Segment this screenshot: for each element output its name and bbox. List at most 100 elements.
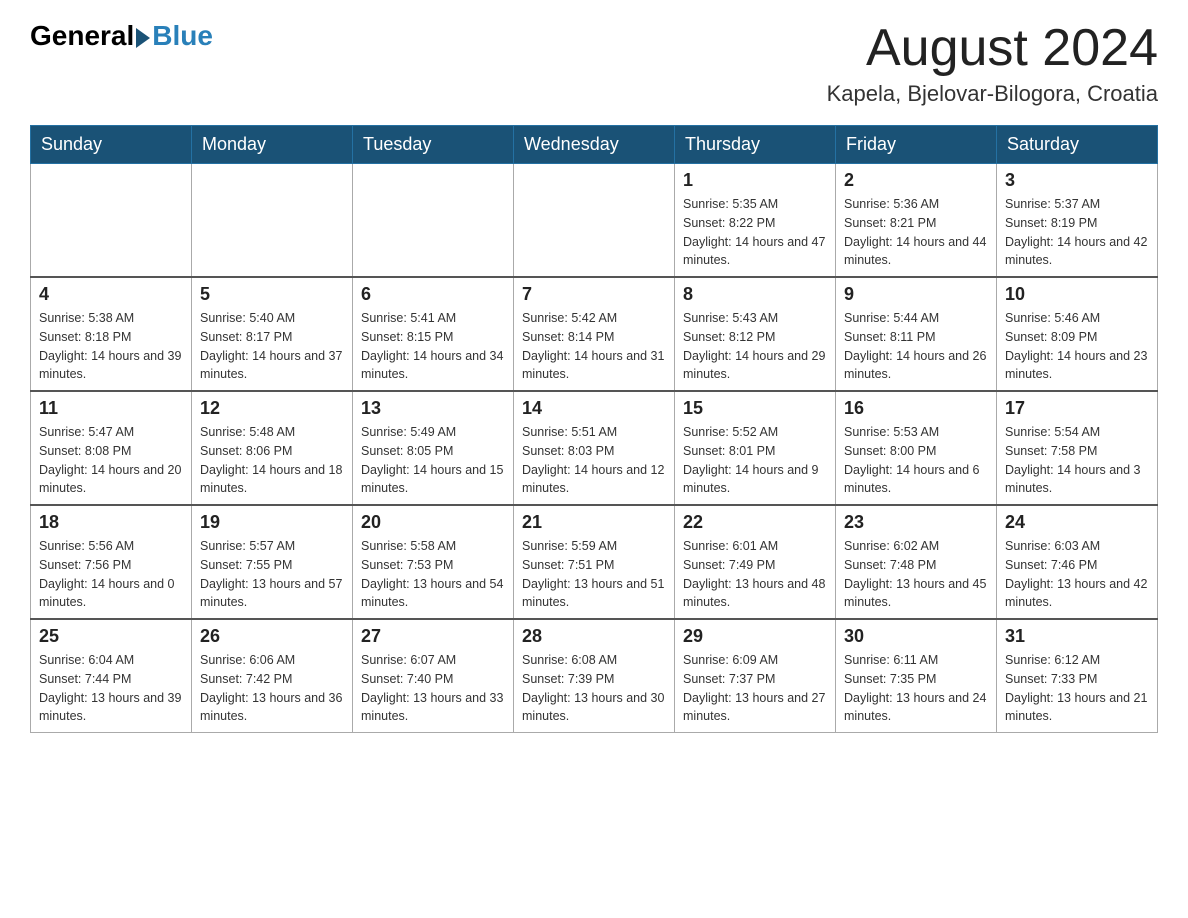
calendar-cell	[353, 164, 514, 278]
day-info: Sunrise: 5:44 AMSunset: 8:11 PMDaylight:…	[844, 309, 988, 384]
calendar-week-3: 11Sunrise: 5:47 AMSunset: 8:08 PMDayligh…	[31, 391, 1158, 505]
day-number: 6	[361, 284, 505, 305]
day-info: Sunrise: 6:02 AMSunset: 7:48 PMDaylight:…	[844, 537, 988, 612]
column-header-wednesday: Wednesday	[514, 126, 675, 164]
day-info: Sunrise: 5:52 AMSunset: 8:01 PMDaylight:…	[683, 423, 827, 498]
calendar-cell: 22 Sunrise: 6:01 AMSunset: 7:49 PMDayligh…	[675, 505, 836, 619]
day-info: Sunrise: 5:54 AMSunset: 7:58 PMDaylight:…	[1005, 423, 1149, 498]
calendar-week-1: 1Sunrise: 5:35 AMSunset: 8:22 PMDaylight…	[31, 164, 1158, 278]
month-year-title: August 2024	[827, 20, 1158, 77]
calendar-cell	[514, 164, 675, 278]
day-number: 26	[200, 626, 344, 647]
day-info: Sunrise: 5:51 AMSunset: 8:03 PMDaylight:…	[522, 423, 666, 498]
day-info: Sunrise: 6:01 AMSunset: 7:49 PMDaylight:…	[683, 537, 827, 612]
logo: General Blue	[30, 20, 213, 52]
logo-general-text: General	[30, 20, 134, 52]
location-subtitle: Kapela, Bjelovar-Bilogora, Croatia	[827, 81, 1158, 107]
calendar-cell: 31Sunrise: 6:12 AMSunset: 7:33 PMDayligh…	[997, 619, 1158, 733]
calendar-cell	[31, 164, 192, 278]
day-number: 19	[200, 512, 344, 533]
day-number: 28	[522, 626, 666, 647]
calendar-cell: 18 Sunrise: 5:56 AMSunset: 7:56 PMDayligh…	[31, 505, 192, 619]
calendar-cell	[192, 164, 353, 278]
day-number: 30	[844, 626, 988, 647]
calendar-cell: 3 Sunrise: 5:37 AMSunset: 8:19 PMDaylight…	[997, 164, 1158, 278]
calendar-header-row: SundayMondayTuesdayWednesdayThursdayFrid…	[31, 126, 1158, 164]
day-info: Sunrise: 6:03 AMSunset: 7:46 PMDaylight:…	[1005, 537, 1149, 612]
calendar-cell: 1Sunrise: 5:35 AMSunset: 8:22 PMDaylight…	[675, 164, 836, 278]
day-number: 18	[39, 512, 183, 533]
calendar-cell: 15 Sunrise: 5:52 AMSunset: 8:01 PMDayligh…	[675, 391, 836, 505]
calendar-week-5: 25Sunrise: 6:04 AMSunset: 7:44 PMDayligh…	[31, 619, 1158, 733]
day-info: Sunrise: 6:06 AMSunset: 7:42 PMDaylight:…	[200, 651, 344, 726]
day-info: Sunrise: 5:53 AMSunset: 8:00 PMDaylight:…	[844, 423, 988, 498]
title-section: August 2024 Kapela, Bjelovar-Bilogora, C…	[827, 20, 1158, 107]
day-info: Sunrise: 5:57 AMSunset: 7:55 PMDaylight:…	[200, 537, 344, 612]
calendar-week-4: 18 Sunrise: 5:56 AMSunset: 7:56 PMDayligh…	[31, 505, 1158, 619]
calendar-cell: 13Sunrise: 5:49 AMSunset: 8:05 PMDayligh…	[353, 391, 514, 505]
calendar-table: SundayMondayTuesdayWednesdayThursdayFrid…	[30, 125, 1158, 733]
day-number: 31	[1005, 626, 1149, 647]
logo-blue-text: Blue	[152, 20, 213, 52]
day-info: Sunrise: 5:58 AMSunset: 7:53 PMDaylight:…	[361, 537, 505, 612]
page-header: General Blue August 2024 Kapela, Bjelova…	[30, 20, 1158, 107]
day-number: 7	[522, 284, 666, 305]
day-info: Sunrise: 5:47 AMSunset: 8:08 PMDaylight:…	[39, 423, 183, 498]
day-info: Sunrise: 5:56 AMSunset: 7:56 PMDaylight:…	[39, 537, 183, 612]
calendar-cell: 20 Sunrise: 5:58 AMSunset: 7:53 PMDayligh…	[353, 505, 514, 619]
day-number: 10	[1005, 284, 1149, 305]
calendar-cell: 26 Sunrise: 6:06 AMSunset: 7:42 PMDayligh…	[192, 619, 353, 733]
calendar-cell: 7 Sunrise: 5:42 AMSunset: 8:14 PMDaylight…	[514, 277, 675, 391]
day-number: 4	[39, 284, 183, 305]
day-info: Sunrise: 5:43 AMSunset: 8:12 PMDaylight:…	[683, 309, 827, 384]
day-number: 3	[1005, 170, 1149, 191]
day-info: Sunrise: 6:11 AMSunset: 7:35 PMDaylight:…	[844, 651, 988, 726]
day-info: Sunrise: 5:41 AMSunset: 8:15 PMDaylight:…	[361, 309, 505, 384]
column-header-tuesday: Tuesday	[353, 126, 514, 164]
day-number: 15	[683, 398, 827, 419]
day-info: Sunrise: 5:38 AMSunset: 8:18 PMDaylight:…	[39, 309, 183, 384]
day-info: Sunrise: 6:08 AMSunset: 7:39 PMDaylight:…	[522, 651, 666, 726]
calendar-cell: 28 Sunrise: 6:08 AMSunset: 7:39 PMDayligh…	[514, 619, 675, 733]
day-number: 2	[844, 170, 988, 191]
day-number: 20	[361, 512, 505, 533]
day-number: 22	[683, 512, 827, 533]
calendar-cell: 8 Sunrise: 5:43 AMSunset: 8:12 PMDaylight…	[675, 277, 836, 391]
calendar-cell: 17 Sunrise: 5:54 AMSunset: 7:58 PMDayligh…	[997, 391, 1158, 505]
day-number: 29	[683, 626, 827, 647]
calendar-week-2: 4 Sunrise: 5:38 AMSunset: 8:18 PMDaylight…	[31, 277, 1158, 391]
day-info: Sunrise: 5:37 AMSunset: 8:19 PMDaylight:…	[1005, 195, 1149, 270]
calendar-cell: 19 Sunrise: 5:57 AMSunset: 7:55 PMDayligh…	[192, 505, 353, 619]
calendar-cell: 9 Sunrise: 5:44 AMSunset: 8:11 PMDaylight…	[836, 277, 997, 391]
day-number: 14	[522, 398, 666, 419]
calendar-cell: 16Sunrise: 5:53 AMSunset: 8:00 PMDayligh…	[836, 391, 997, 505]
day-info: Sunrise: 5:40 AMSunset: 8:17 PMDaylight:…	[200, 309, 344, 384]
day-number: 12	[200, 398, 344, 419]
day-number: 17	[1005, 398, 1149, 419]
calendar-cell: 29 Sunrise: 6:09 AMSunset: 7:37 PMDayligh…	[675, 619, 836, 733]
day-number: 23	[844, 512, 988, 533]
calendar-cell: 6 Sunrise: 5:41 AMSunset: 8:15 PMDaylight…	[353, 277, 514, 391]
day-number: 24	[1005, 512, 1149, 533]
day-number: 21	[522, 512, 666, 533]
calendar-cell: 24 Sunrise: 6:03 AMSunset: 7:46 PMDayligh…	[997, 505, 1158, 619]
calendar-cell: 25Sunrise: 6:04 AMSunset: 7:44 PMDayligh…	[31, 619, 192, 733]
calendar-cell: 23 Sunrise: 6:02 AMSunset: 7:48 PMDayligh…	[836, 505, 997, 619]
day-info: Sunrise: 5:48 AMSunset: 8:06 PMDaylight:…	[200, 423, 344, 498]
calendar-cell: 12 Sunrise: 5:48 AMSunset: 8:06 PMDayligh…	[192, 391, 353, 505]
day-number: 27	[361, 626, 505, 647]
column-header-thursday: Thursday	[675, 126, 836, 164]
day-number: 9	[844, 284, 988, 305]
day-info: Sunrise: 6:09 AMSunset: 7:37 PMDaylight:…	[683, 651, 827, 726]
day-info: Sunrise: 5:59 AMSunset: 7:51 PMDaylight:…	[522, 537, 666, 612]
column-header-friday: Friday	[836, 126, 997, 164]
logo-triangle-icon	[136, 28, 150, 48]
calendar-cell: 14 Sunrise: 5:51 AMSunset: 8:03 PMDayligh…	[514, 391, 675, 505]
day-number: 5	[200, 284, 344, 305]
day-info: Sunrise: 5:42 AMSunset: 8:14 PMDaylight:…	[522, 309, 666, 384]
column-header-sunday: Sunday	[31, 126, 192, 164]
day-number: 13	[361, 398, 505, 419]
day-number: 8	[683, 284, 827, 305]
day-info: Sunrise: 6:07 AMSunset: 7:40 PMDaylight:…	[361, 651, 505, 726]
day-info: Sunrise: 5:35 AMSunset: 8:22 PMDaylight:…	[683, 195, 827, 270]
